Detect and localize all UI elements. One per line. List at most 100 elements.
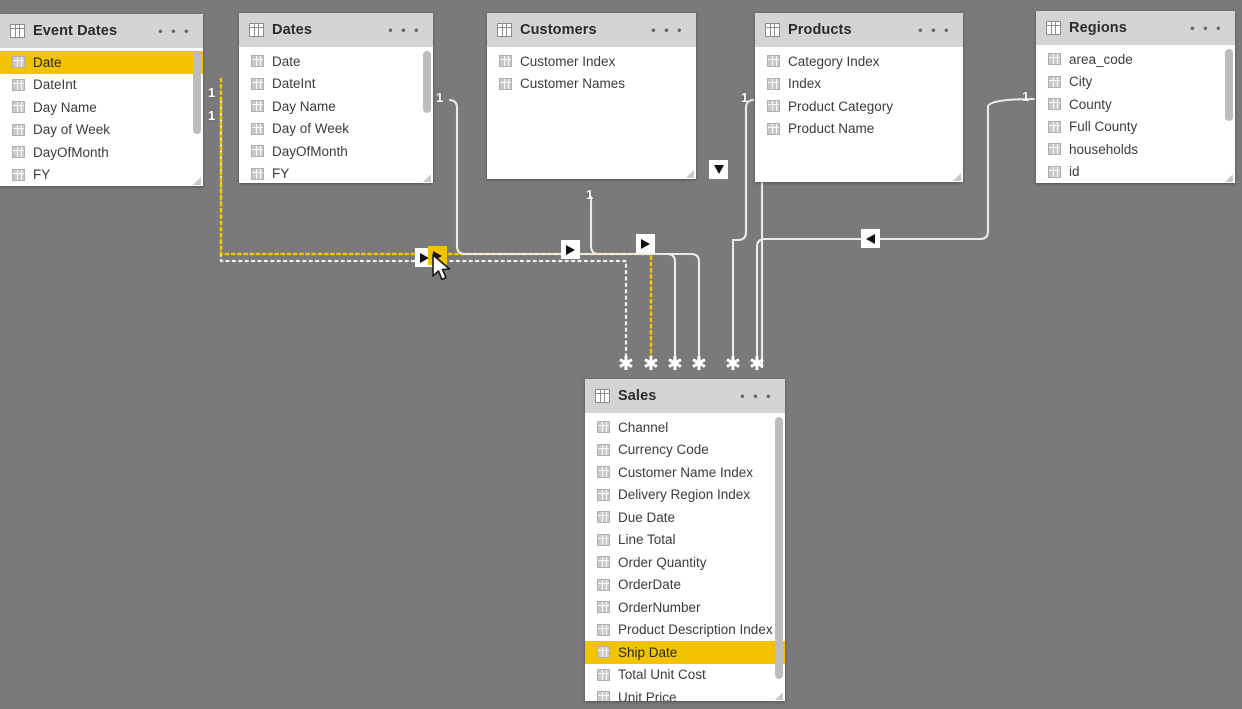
field-row[interactable]: Index <box>755 73 963 96</box>
field-row[interactable]: County <box>1036 93 1235 116</box>
table-card-products[interactable]: Products • • • Category Index Index Prod… <box>755 13 963 182</box>
table-field-list[interactable]: Date DateInt Day Name Day of Week DayOfM… <box>239 47 433 183</box>
field-row[interactable]: Day of Week <box>0 119 203 142</box>
column-icon <box>597 601 610 614</box>
relationship-customers-sales <box>589 196 701 368</box>
table-card-header[interactable]: Event Dates • • • <box>0 14 203 48</box>
table-icon <box>765 23 780 37</box>
field-row[interactable]: Product Category <box>755 95 963 118</box>
column-icon <box>767 122 780 135</box>
column-icon <box>251 122 264 135</box>
table-card-dates[interactable]: Dates • • • Date DateInt Day Name Day of… <box>239 13 433 183</box>
filter-direction-arrow-selected[interactable] <box>428 246 447 265</box>
table-icon <box>595 389 610 403</box>
field-row[interactable]: Customer Name Index <box>585 461 785 484</box>
column-icon <box>251 77 264 90</box>
model-view-canvas[interactable]: 1 1 1 1 1 1 ✱ ✱ ✱ ✱ ✱ ✱ Event Dates • • … <box>0 0 1242 709</box>
field-row[interactable]: DayOfMonth <box>0 141 203 164</box>
table-card-header[interactable]: Products • • • <box>755 13 963 47</box>
column-icon <box>597 646 610 659</box>
field-row[interactable]: FY <box>0 164 203 187</box>
field-row[interactable]: OrderNumber <box>585 596 785 619</box>
vertical-scrollbar[interactable] <box>423 51 431 113</box>
column-icon <box>767 100 780 113</box>
field-row[interactable]: Customer Names <box>487 73 696 96</box>
table-card-header[interactable]: Sales • • • <box>585 379 785 413</box>
arrow-left-icon <box>866 233 875 244</box>
more-options-icon[interactable]: • • • <box>651 24 684 37</box>
table-field-list[interactable]: Date DateInt Day Name Day of Week DayOfM… <box>0 48 203 186</box>
table-icon <box>497 23 512 37</box>
field-row[interactable]: Product Description Index <box>585 619 785 642</box>
table-card-header[interactable]: Regions • • • <box>1036 11 1235 45</box>
field-row[interactable]: City <box>1036 71 1235 94</box>
table-card-header[interactable]: Customers • • • <box>487 13 696 47</box>
vertical-scrollbar[interactable] <box>775 417 783 679</box>
field-row[interactable]: Order Quantity <box>585 551 785 574</box>
vertical-scrollbar[interactable] <box>1225 49 1233 121</box>
field-row[interactable]: Category Index <box>755 50 963 73</box>
field-row[interactable]: Currency Code <box>585 439 785 462</box>
table-field-list[interactable]: area_code City County Full County househ… <box>1036 45 1235 183</box>
field-row[interactable]: Due Date <box>585 506 785 529</box>
field-row[interactable]: Day Name <box>0 96 203 119</box>
column-icon <box>12 101 25 114</box>
field-row[interactable]: Day Name <box>239 95 433 118</box>
column-icon <box>12 146 25 159</box>
vertical-scrollbar[interactable] <box>193 52 201 134</box>
field-row[interactable]: Line Total <box>585 529 785 552</box>
more-options-icon[interactable]: • • • <box>388 24 421 37</box>
field-row[interactable]: OrderDate <box>585 574 785 597</box>
column-icon <box>597 443 610 456</box>
field-row-selected[interactable]: Ship Date <box>585 641 785 664</box>
table-card-event-dates[interactable]: Event Dates • • • Date DateInt Day Name … <box>0 14 203 186</box>
field-row[interactable]: households <box>1036 138 1235 161</box>
more-options-icon[interactable]: • • • <box>158 25 191 38</box>
table-card-header[interactable]: Dates • • • <box>239 13 433 47</box>
column-icon <box>597 556 610 569</box>
field-row[interactable]: Customer Index <box>487 50 696 73</box>
field-row[interactable]: id <box>1036 161 1235 184</box>
more-options-icon[interactable]: • • • <box>740 390 773 403</box>
table-card-customers[interactable]: Customers • • • Customer Index Customer … <box>487 13 696 179</box>
more-options-icon[interactable]: • • • <box>1190 22 1223 35</box>
resize-handle[interactable] <box>685 169 694 178</box>
cardinality-many-marker: ✱ <box>667 353 683 375</box>
field-row[interactable]: DateInt <box>0 74 203 97</box>
table-field-list[interactable]: Customer Index Customer Names <box>487 47 696 179</box>
table-icon <box>1046 21 1061 35</box>
column-icon <box>597 466 610 479</box>
field-row[interactable]: Channel <box>585 416 785 439</box>
field-row[interactable]: FY <box>239 163 433 184</box>
field-row[interactable]: Unit Price <box>585 686 785 701</box>
field-row[interactable]: Date <box>0 51 203 74</box>
cardinality-many-marker: ✱ <box>618 353 634 375</box>
field-row[interactable]: Day of Week <box>239 118 433 141</box>
resize-handle[interactable] <box>952 172 961 181</box>
column-icon <box>12 168 25 181</box>
table-field-list[interactable]: Category Index Index Product Category Pr… <box>755 47 963 182</box>
table-card-sales[interactable]: Sales • • • Channel Currency Code Custom… <box>585 379 785 701</box>
filter-direction-arrow[interactable] <box>561 240 580 259</box>
filter-direction-arrow[interactable] <box>861 229 880 248</box>
column-icon <box>12 78 25 91</box>
filter-direction-arrow[interactable] <box>709 160 728 179</box>
relationship-products-sales-a <box>731 98 755 368</box>
arrow-right-icon <box>641 238 650 249</box>
table-title: Products <box>788 22 852 38</box>
cardinality-many-marker: ✱ <box>725 353 741 375</box>
field-row[interactable]: Date <box>239 50 433 73</box>
field-row[interactable]: DateInt <box>239 73 433 96</box>
table-field-list[interactable]: Channel Currency Code Customer Name Inde… <box>585 413 785 701</box>
table-card-regions[interactable]: Regions • • • area_code City County Full… <box>1036 11 1235 183</box>
column-icon <box>597 511 610 524</box>
field-row[interactable]: Full County <box>1036 116 1235 139</box>
field-row[interactable]: Delivery Region Index <box>585 484 785 507</box>
filter-direction-arrow[interactable] <box>636 234 655 253</box>
column-icon <box>597 421 610 434</box>
field-row[interactable]: Product Name <box>755 118 963 141</box>
more-options-icon[interactable]: • • • <box>918 24 951 37</box>
field-row[interactable]: area_code <box>1036 48 1235 71</box>
field-row[interactable]: Total Unit Cost <box>585 664 785 687</box>
field-row[interactable]: DayOfMonth <box>239 140 433 163</box>
